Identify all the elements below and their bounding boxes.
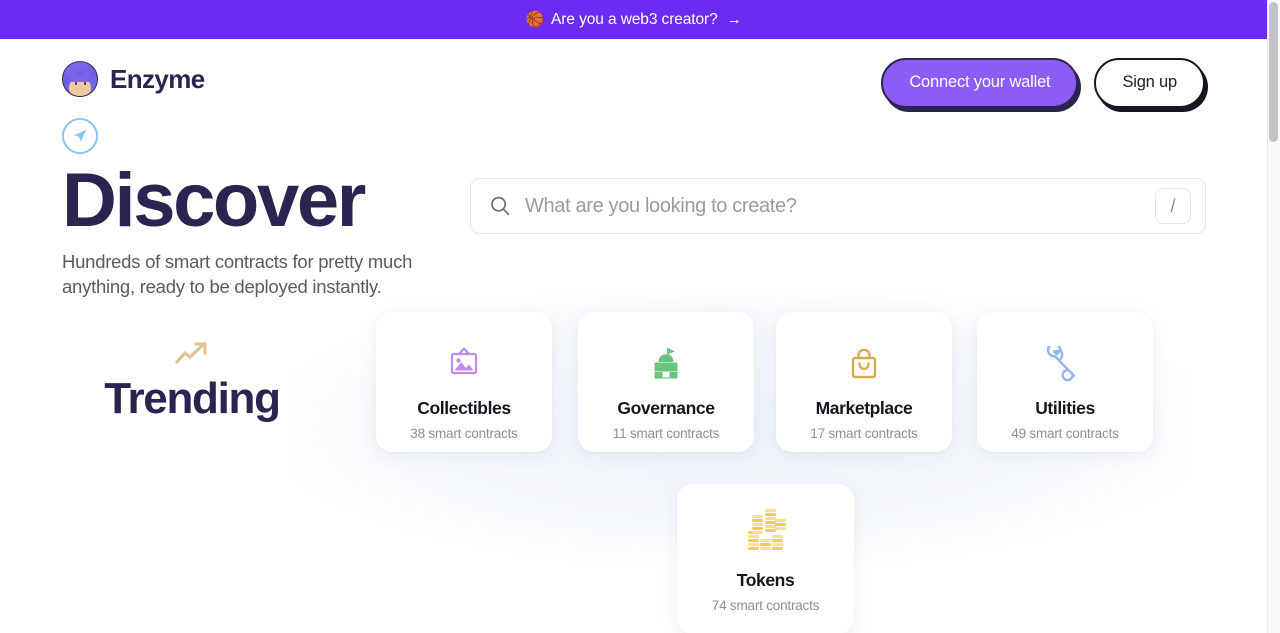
category-count: 49 smart contracts <box>1011 426 1119 441</box>
brand-logo-link[interactable]: Enzyme <box>62 61 205 97</box>
category-count: 74 smart contracts <box>711 598 820 613</box>
header-actions: Connect your wallet Sign up <box>881 58 1205 108</box>
category-card-utilities[interactable]: Utilities 49 smart contracts <box>977 312 1153 452</box>
category-title: Marketplace <box>815 398 913 418</box>
category-count: 17 smart contracts <box>810 426 918 441</box>
category-title: Utilities <box>1035 398 1095 418</box>
brand-name: Enzyme <box>110 63 205 94</box>
capitol-building-icon <box>648 342 684 382</box>
picture-frame-icon <box>445 342 483 382</box>
trending-label: Trending <box>104 374 281 423</box>
site-header: Enzyme Connect your wallet Sign up <box>0 39 1267 119</box>
announcement-banner-link[interactable]: 🏀 Are you a web3 creator? → <box>525 11 741 29</box>
search-shortcut-badge[interactable]: / <box>1155 188 1191 224</box>
announcement-banner-text: Are you a web3 creator? <box>551 10 718 28</box>
sign-up-button[interactable]: Sign up <box>1094 58 1205 108</box>
category-card-tokens[interactable]: Tokens 74 smart contracts <box>677 484 854 633</box>
basketball-icon: 🏀 <box>525 11 545 28</box>
page-title: Discover <box>62 158 366 243</box>
category-card-marketplace[interactable]: Marketplace 17 smart contracts <box>776 312 952 452</box>
trending-up-icon <box>174 340 209 366</box>
category-count: 11 smart contracts <box>612 426 720 441</box>
arrow-right-icon: → <box>726 11 742 28</box>
wrench-icon <box>1047 342 1083 382</box>
category-card-governance[interactable]: Governance 11 smart contracts <box>578 312 754 452</box>
search-icon <box>489 195 511 217</box>
trending-section: Trending <box>92 340 292 424</box>
navigation-arrow-icon <box>62 118 98 154</box>
page-subtitle: Hundreds of smart contracts for pretty m… <box>62 250 413 298</box>
shopping-bag-icon <box>846 342 882 382</box>
enzyme-avatar-icon <box>62 61 98 97</box>
category-title: Governance <box>617 398 715 418</box>
search-bar[interactable]: / <box>470 178 1206 234</box>
coin-stack-icon <box>746 509 786 554</box>
category-card-collectibles[interactable]: Collectibles 38 smart contracts <box>376 312 552 452</box>
scrollbar-thumb[interactable] <box>1269 2 1278 142</box>
page-root: 🏀 Are you a web3 creator? → Enzyme Conne… <box>0 0 1280 633</box>
category-title: Collectibles <box>417 398 511 418</box>
category-title: Tokens <box>736 570 795 590</box>
connect-wallet-button[interactable]: Connect your wallet <box>881 58 1079 108</box>
category-count: 38 smart contracts <box>410 426 518 441</box>
page-scrollbar[interactable] <box>1267 0 1280 633</box>
hero-section: Discover Hundreds of smart contracts for… <box>62 118 462 300</box>
announcement-banner[interactable]: 🏀 Are you a web3 creator? → <box>0 0 1267 39</box>
search-input[interactable] <box>525 194 1155 218</box>
